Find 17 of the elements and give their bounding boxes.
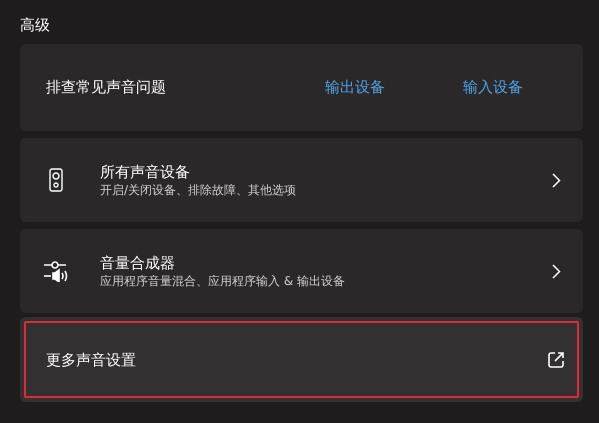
chevron-right-icon: [552, 173, 561, 188]
item-title: 更多声音设置: [46, 350, 136, 370]
item-title: 音量合成器: [100, 252, 176, 272]
mixer-icon: [43, 260, 69, 282]
chevron-right-icon: [552, 264, 561, 280]
settings-item[interactable]: 音量合成器 应用程序音量混合、应用程序输入 & 输出设备: [20, 229, 583, 313]
device-link[interactable]: 输出设备: [325, 76, 385, 99]
settings-item[interactable]: 所有声音设备 开启/关闭设备、排除故障、其他选项: [20, 138, 583, 222]
item-subtitle: 应用程序音量混合、应用程序输入 & 输出设备: [100, 272, 345, 290]
item-subtitle: 开启/关闭设备、排除故障、其他选项: [100, 182, 296, 198]
speaker-icon: [49, 168, 63, 192]
device-link[interactable]: 输入设备: [463, 76, 523, 99]
item-title: 所有声音设备: [100, 162, 191, 182]
settings-link-item[interactable]: 更多声音设置: [20, 317, 583, 402]
section-title: 高级: [20, 15, 51, 36]
troubleshoot-label: 排查常见声音问题: [46, 77, 166, 98]
external-link-icon: [547, 351, 565, 370]
